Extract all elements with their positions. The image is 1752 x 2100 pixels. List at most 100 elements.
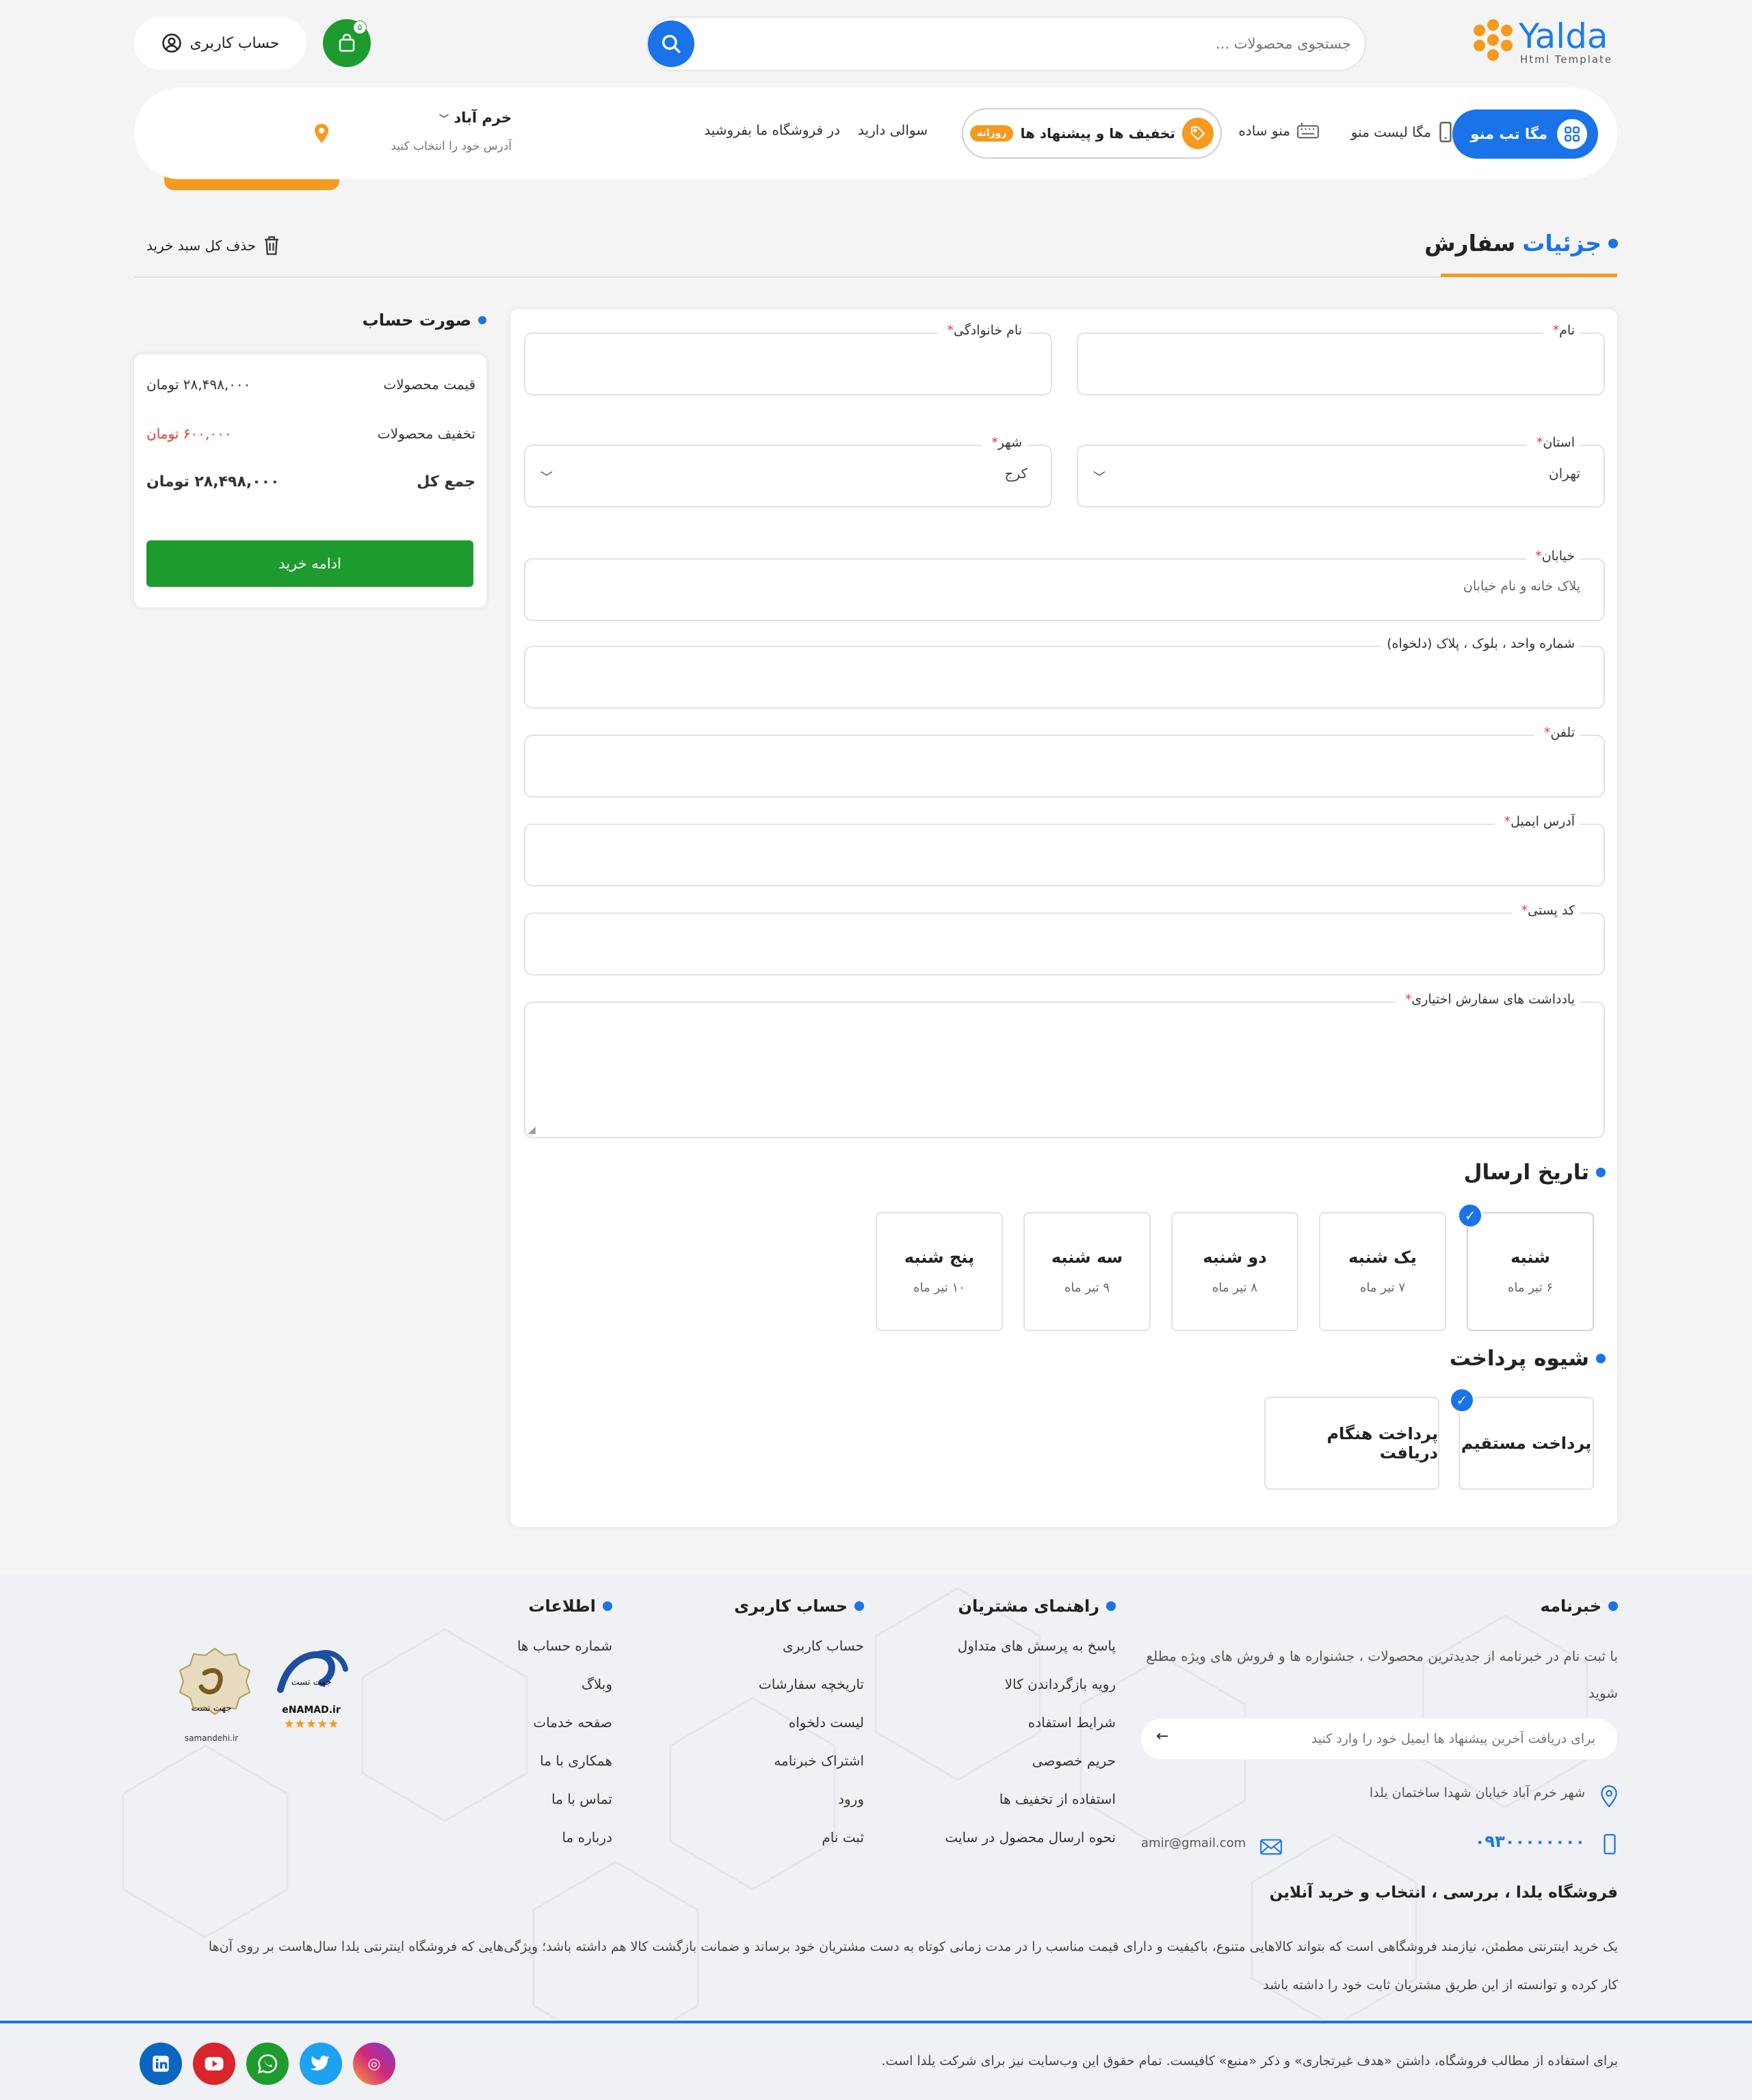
guide-link[interactable]: استفاده از تخفیف ها [999, 1791, 1116, 1807]
search-icon [662, 34, 681, 53]
last-name-field[interactable]: نام خانوادگی* [524, 323, 1052, 395]
logo[interactable]: Yalda Html Template [1471, 16, 1616, 68]
email-field[interactable]: آدرس ایمیل* [524, 814, 1605, 887]
account-link[interactable]: حساب کاربری [783, 1638, 864, 1654]
delete-all-label: حذف کل سبد خرید [146, 237, 257, 254]
trash-icon [265, 236, 279, 255]
enamad-badge[interactable]: eNAMAD.ir ★★★★★ جهت تست [267, 1642, 356, 1744]
footer-email[interactable]: amir@gmail.com [1141, 1836, 1246, 1850]
day-name: یک شنبه [1348, 1248, 1417, 1267]
title-dot [478, 316, 486, 324]
daily-badge: روزانه [970, 125, 1014, 142]
search-input[interactable] [735, 18, 1351, 70]
simple-menu[interactable]: منو ساده [1238, 122, 1319, 140]
search-button[interactable] [648, 21, 694, 67]
account-button[interactable]: حساب کاربری [134, 16, 306, 70]
linkedin-icon[interactable] [140, 2043, 182, 2085]
delivery-day-option[interactable]: سه شنبه ۹ تیر ماه [1023, 1212, 1151, 1331]
account-link[interactable]: ورود [838, 1791, 864, 1807]
postal-code-field[interactable]: کد پستی* [524, 903, 1605, 975]
guide-link[interactable]: پاسخ به پرسش های متداول [958, 1638, 1116, 1654]
cart-button[interactable]: ۵ [323, 19, 371, 67]
mega-list-label: مگا لیست منو [1350, 124, 1431, 140]
newsletter-title: خبرنامه [1541, 1597, 1618, 1616]
youtube-icon[interactable] [193, 2043, 235, 2085]
account-link[interactable]: لیست دلخواه [789, 1714, 864, 1731]
day-name: سه شنبه [1051, 1248, 1123, 1267]
guide-link[interactable]: رویه بازگرداندن کالا [1005, 1676, 1116, 1692]
simple-menu-label: منو ساده [1238, 122, 1290, 139]
unit-field[interactable]: شماره واحد ، بلوک ، پلاک (دلخواه) [524, 636, 1605, 709]
location-city: خرم آباد ﹀ [439, 109, 512, 126]
account-link[interactable]: ثبت نام [822, 1829, 864, 1846]
street-field[interactable]: خیابان* پلاک خانه و نام خیابان [524, 549, 1605, 621]
guide-title-text: راهنمای مشتریان [958, 1597, 1099, 1616]
instagram-icon[interactable]: ◎ [353, 2043, 395, 2085]
price-value: ۲۸,۴۹۸,۰۰۰ تومان [146, 376, 251, 393]
delivery-day-option[interactable]: شنبه ۶ تیر ماه ✓ [1457, 1203, 1594, 1331]
info-link[interactable]: همکاری با ما [540, 1753, 612, 1769]
newsletter-email-input[interactable] [1212, 1718, 1595, 1759]
summary-title-text: صورت حساب [362, 311, 471, 330]
chevron-down-icon: ﹀ [1093, 471, 1106, 485]
province-value: تهران [1548, 465, 1580, 482]
summary-total-row: جمع کل ۲۸,۴۹۸,۰۰۰ تومان [146, 473, 475, 490]
arrow-left-icon[interactable]: ← [1156, 1728, 1168, 1745]
footer-phone[interactable]: ۰۹۳۰۰۰۰۰۰۰۰ [1475, 1832, 1585, 1851]
twitter-icon[interactable] [300, 2043, 342, 2085]
info-link[interactable]: صفحه خدمات [533, 1714, 612, 1731]
day-date: ۷ تیر ماه [1359, 1281, 1406, 1295]
guide-link[interactable]: شرایط استفاده [1028, 1714, 1116, 1731]
delete-all-button[interactable]: حذف کل سبد خرید [146, 235, 280, 256]
summary-card: قیمت محصولات ۲۸,۴۹۸,۰۰۰ تومان تخفیف محصو… [134, 354, 486, 607]
payment-cod-option[interactable]: پرداخت هنگام دریافت [1264, 1397, 1439, 1490]
payment-direct-option[interactable]: پرداخت مستقیم ✓ [1449, 1387, 1594, 1490]
info-link[interactable]: تماس با ما [551, 1791, 612, 1807]
logo-dot [1487, 19, 1499, 31]
street-label: خیابان* [1526, 549, 1580, 564]
chevron-down-icon: ﹀ [540, 471, 553, 485]
whatsapp-icon[interactable] [246, 2043, 289, 2085]
first-name-field[interactable]: نام* [1077, 323, 1605, 395]
mail-icon [1260, 1839, 1282, 1855]
about-title: فروشگاه یلدا ، بررسی ، انتخاب و خرید آنل… [1269, 1884, 1618, 1902]
info-link[interactable]: شماره حساب ها [517, 1638, 612, 1654]
samandehi-badge[interactable]: جهت تست samandehi.ir [167, 1646, 256, 1748]
delivery-day-option[interactable]: دو شنبه ۸ تیر ماه [1171, 1212, 1298, 1331]
summary-discount-row: تخفیف محصولات ۶۰۰,۰۰۰ تومان [146, 425, 475, 442]
payment-option-label: پرداخت هنگام دریافت [1326, 1424, 1438, 1462]
location-selector[interactable]: خرم آباد ﹀ آدرس خود را انتخاب کنید [313, 109, 512, 164]
mega-tab-label: مگا تب منو [1470, 126, 1547, 142]
mobile-icon [1439, 122, 1452, 142]
title-dot [603, 1601, 612, 1611]
province-select[interactable]: استان* تهران ﹀ [1077, 435, 1605, 508]
account-links-title: حساب کاربری [734, 1597, 864, 1616]
city-value: کرج [1004, 465, 1028, 482]
title-dot [1608, 1601, 1618, 1611]
info-link[interactable]: درباره ما [562, 1829, 612, 1846]
info-link[interactable]: وبلاگ [581, 1676, 612, 1692]
delivery-day-option[interactable]: یک شنبه ۷ تیر ماه [1319, 1212, 1446, 1331]
day-name: شنبه [1511, 1248, 1550, 1267]
resize-handle-icon[interactable]: ◢ [528, 1125, 536, 1136]
question-link[interactable]: سوالی دارید [858, 122, 928, 138]
account-link[interactable]: اشتراک خبرنامه [774, 1753, 864, 1769]
order-notes-textarea[interactable]: یادداشت های سفارش اختیاری* ◢ [524, 992, 1605, 1138]
city-select[interactable]: شهر* کرج ﹀ [524, 435, 1052, 508]
sell-link[interactable]: در فروشگاه ما بفروشید [704, 122, 840, 138]
guide-link[interactable]: حریم خصوصی [1032, 1753, 1116, 1769]
mega-tab-menu-button[interactable]: مگا تب منو [1452, 109, 1598, 159]
delivery-day-option[interactable]: پنج شنبه ۱۰ تیر ماه [876, 1212, 1003, 1331]
account-link[interactable]: تاریخچه سفارشات [759, 1676, 864, 1692]
last-name-label: نام خانوادگی* [937, 323, 1028, 338]
guide-link[interactable]: نحوه ارسال محصول در سایت [945, 1829, 1116, 1846]
location-hint: آدرس خود را انتخاب کنید [391, 140, 512, 153]
info-title-text: اطلاعات [528, 1597, 596, 1616]
grid-icon [1557, 119, 1587, 149]
main-nav: مگا تب منو مگا لیست منو منو ساده تخفیف ه… [134, 88, 1617, 179]
continue-purchase-button[interactable]: ادامه خرید [146, 540, 473, 587]
logo-dot [1474, 25, 1485, 36]
mega-list-menu[interactable]: مگا لیست منو [1351, 122, 1453, 142]
offers-menu[interactable]: تخفیف ها و پیشنهاد ها روزانه [962, 108, 1222, 159]
phone-field[interactable]: تلفن* [524, 725, 1605, 798]
